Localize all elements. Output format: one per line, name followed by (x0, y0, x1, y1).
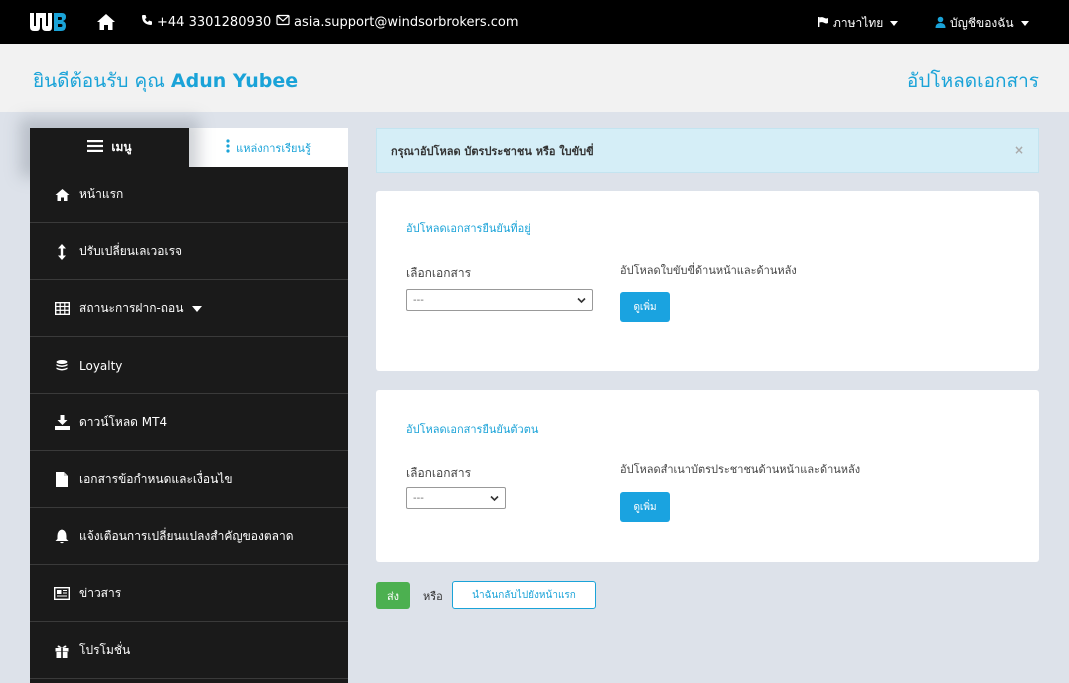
windsor-brokers-logo[interactable] (28, 10, 68, 34)
chevron-down-icon (577, 296, 586, 307)
send-button[interactable]: ส่ง (376, 582, 410, 609)
sidebar-item-label: หน้าแรก (79, 187, 124, 201)
back-to-home-button[interactable]: นำฉันกลับไปยังหน้าแรก (452, 581, 596, 609)
tab-learning-resources[interactable]: แหล่งการเรียนรู้ (189, 128, 348, 167)
upload-instruction: อัปโหลดใบขับขี่ด้านหน้าและด้านหลัง (620, 264, 797, 277)
sidebar-menu: หน้าแรก ปรับเปลี่ยนเลเวอเรจ สถานะการฝาก-… (30, 167, 348, 683)
bell-icon (54, 529, 70, 545)
sidebar-item-promotions[interactable]: โปรโมชั่น (30, 623, 348, 679)
tab-menu-label: เมนู (111, 140, 132, 154)
sidebar-item-terms-documents[interactable]: เอกสารข้อกำหนดและเงื่อนไข (30, 452, 348, 508)
vertical-dots-icon (226, 139, 230, 156)
identity-proof-card: อัปโหลดเอกสารยืนยันตัวตน เลือกเอกสาร ---… (376, 390, 1039, 562)
sidebar-item-home[interactable]: หน้าแรก (30, 167, 348, 223)
phone-icon (141, 14, 153, 30)
sidebar-item-label: Loyalty (79, 358, 123, 373)
top-navbar: +44 3301280930 asia.support@windsorbroke… (0, 0, 1069, 44)
select-value: --- (413, 294, 424, 306)
home-icon[interactable] (96, 12, 116, 32)
support-phone[interactable]: +44 3301280930 (141, 14, 271, 30)
document-type-select[interactable]: --- (406, 487, 506, 509)
sidebar-tabs: เมนู แหล่งการเรียนรู้ (30, 128, 348, 167)
card-title: อัปโหลดเอกสารยืนยันที่อยู่ (406, 222, 531, 235)
sidebar-item-deposit-withdraw-status[interactable]: สถานะการฝาก-ถอน (30, 281, 348, 337)
sidebar-item-label: ปรับเปลี่ยนเลเวอเรจ (79, 244, 183, 258)
upload-alert: กรุณาอัปโหลด บัตรประชาชน หรือ ใบขับขี่ × (376, 128, 1039, 173)
sidebar-item-label: เอกสารข้อกำหนดและเงื่อนไข (79, 472, 233, 486)
caret-down-icon (1020, 21, 1029, 26)
language-dropdown[interactable]: ภาษาไทย (817, 14, 899, 33)
sidebar-item-label: โปรโมชั่น (79, 643, 131, 657)
or-text: หรือ (423, 590, 443, 603)
tab-learning-label: แหล่งการเรียนรู้ (236, 141, 311, 155)
sidebar-item-loyalty[interactable]: Loyalty (30, 338, 348, 394)
welcome-header: ยินดีต้อนรับ คุณ Adun Yubee อัปโหลดเอกสา… (0, 44, 1069, 112)
document-type-select[interactable]: --- (406, 289, 593, 311)
sidebar-item-market-alerts[interactable]: แจ้งเตือนการเปลี่ยนแปลงสำคัญของตลาด (30, 509, 348, 565)
view-more-button[interactable]: ดูเพิ่ม (620, 492, 670, 522)
file-icon (54, 472, 70, 488)
address-proof-card: อัปโหลดเอกสารยืนยันที่อยู่ เลือกเอกสาร -… (376, 191, 1039, 371)
page-title: อัปโหลดเอกสาร (906, 70, 1039, 92)
hamburger-icon (87, 140, 104, 155)
alert-message: กรุณาอัปโหลด บัตรประชาชน หรือ ใบขับขี่ (391, 144, 594, 158)
account-dropdown[interactable]: บัญชีของฉัน (935, 14, 1029, 33)
select-label: เลือกเอกสาร (406, 466, 472, 480)
table-icon (54, 301, 70, 317)
home-icon (54, 187, 70, 203)
select-value: --- (413, 492, 424, 504)
newspaper-icon (54, 586, 70, 602)
phone-number: +44 3301280930 (157, 14, 272, 30)
upload-instruction: อัปโหลดสำเนาบัตรประชาชนด้านหน้าและด้านหล… (620, 463, 861, 476)
tab-menu[interactable]: เมนู (30, 128, 189, 167)
flag-icon (817, 16, 829, 31)
gift-icon (54, 643, 70, 659)
user-icon (935, 16, 946, 31)
sidebar-item-label: สถานะการฝาก-ถอน (79, 301, 184, 315)
view-more-button[interactable]: ดูเพิ่ม (620, 292, 670, 322)
user-name: Adun Yubee (170, 70, 299, 92)
coins-icon (54, 358, 70, 374)
sidebar-item-label: แจ้งเตือนการเปลี่ยนแปลงสำคัญของตลาด (79, 529, 294, 543)
sidebar-item-news[interactable]: ข่าวสาร (30, 566, 348, 622)
language-label: ภาษาไทย (833, 16, 884, 30)
sidebar-item-label: ข่าวสาร (79, 586, 122, 600)
sidebar-item-download-mt4[interactable]: ดาวน์โหลด MT4 (30, 395, 348, 451)
select-label: เลือกเอกสาร (406, 266, 472, 280)
greeting-text: ยินดีต้อนรับ คุณ (33, 70, 165, 92)
chevron-down-icon (490, 494, 499, 505)
caret-down-icon (890, 21, 899, 26)
email-address: asia.support@windsorbrokers.com (294, 14, 519, 30)
vertical-arrows-icon (54, 243, 70, 260)
caret-down-icon (192, 302, 203, 316)
welcome-message: ยินดีต้อนรับ คุณ Adun Yubee (33, 66, 298, 96)
sidebar-item-label: ดาวน์โหลด MT4 (79, 415, 168, 429)
sidebar-item-leverage[interactable]: ปรับเปลี่ยนเลเวอเรจ (30, 224, 348, 280)
support-email[interactable]: asia.support@windsorbrokers.com (276, 14, 519, 30)
card-title: อัปโหลดเอกสารยืนยันตัวตน (406, 423, 539, 436)
close-icon[interactable]: × (1014, 143, 1024, 157)
envelope-icon (276, 14, 290, 30)
account-label: บัญชีของฉัน (950, 16, 1014, 30)
download-icon (54, 415, 70, 431)
